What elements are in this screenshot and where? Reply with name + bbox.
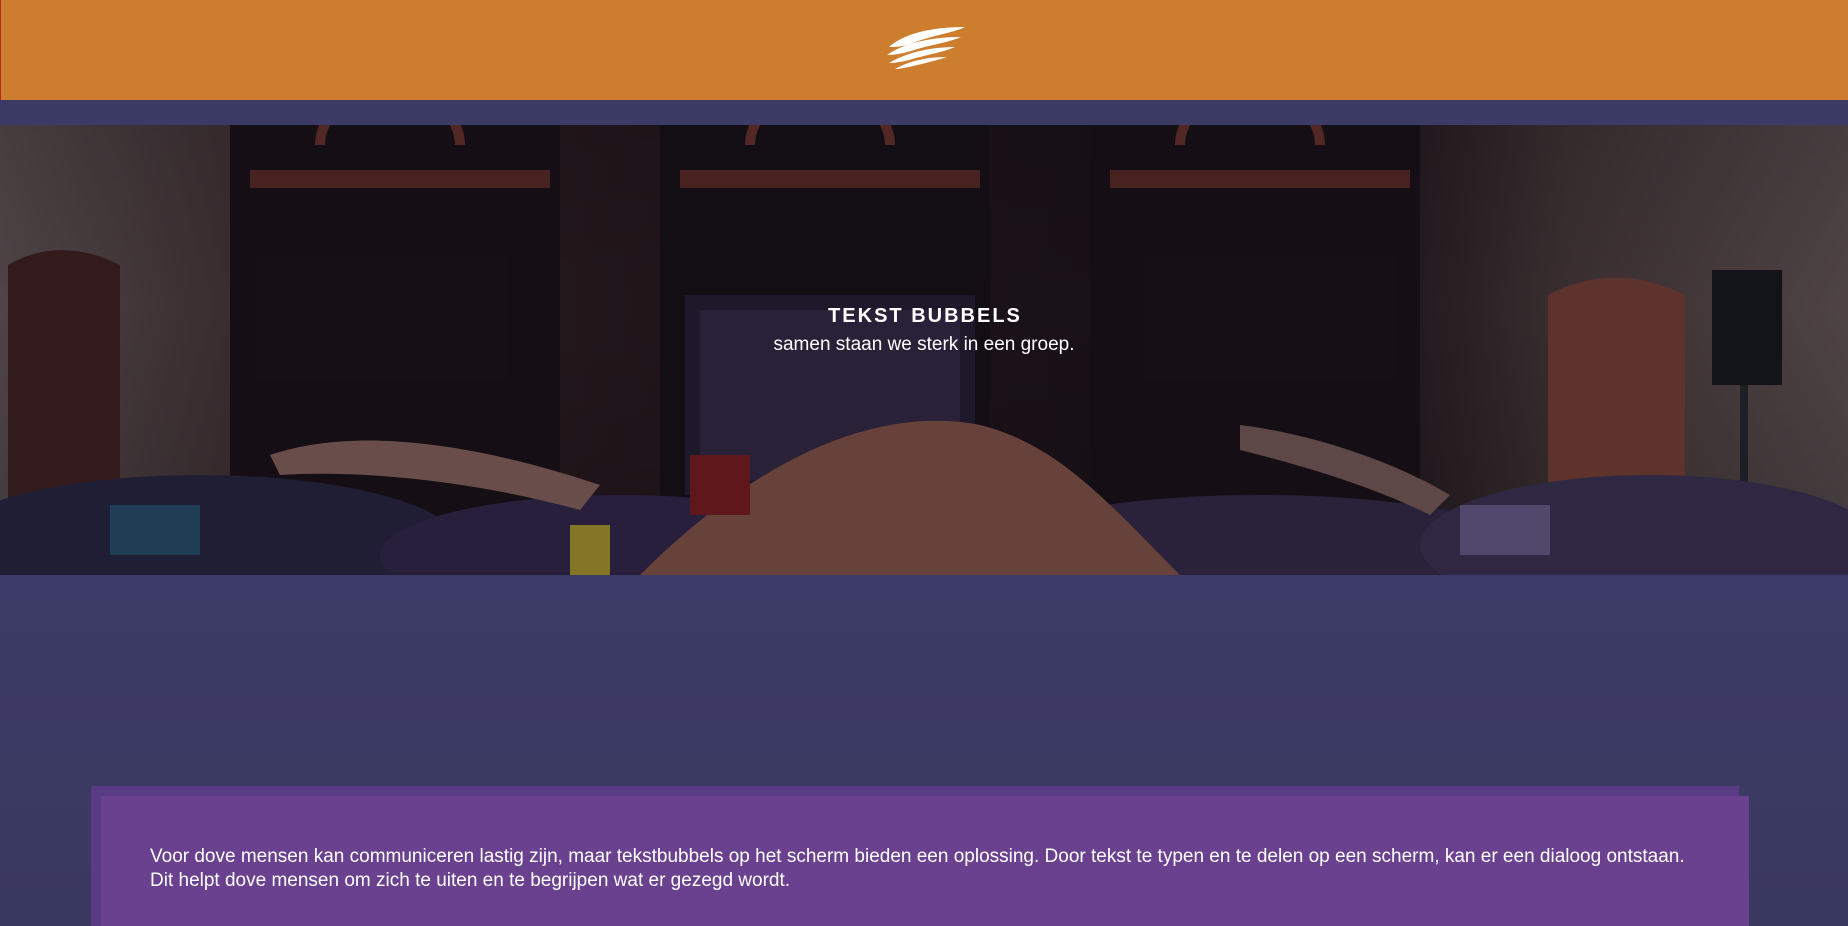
intro-text: Voor dove mensen kan communiceren lastig… <box>150 846 1685 891</box>
hero-text: TEKST BUBBELS samen staan we sterk in ee… <box>0 305 1848 356</box>
hero-banner: TEKST BUBBELS samen staan we sterk in ee… <box>0 125 1848 575</box>
hero-subtitle: samen staan we sterk in een groep. <box>773 334 1075 355</box>
hero-title: TEKST BUBBELS <box>828 305 1022 327</box>
nav-strip <box>0 100 1848 125</box>
home-logo-link[interactable] <box>883 23 967 76</box>
site-header <box>0 0 1848 100</box>
wing-logo-icon <box>887 26 965 69</box>
page-edge <box>0 0 1 100</box>
